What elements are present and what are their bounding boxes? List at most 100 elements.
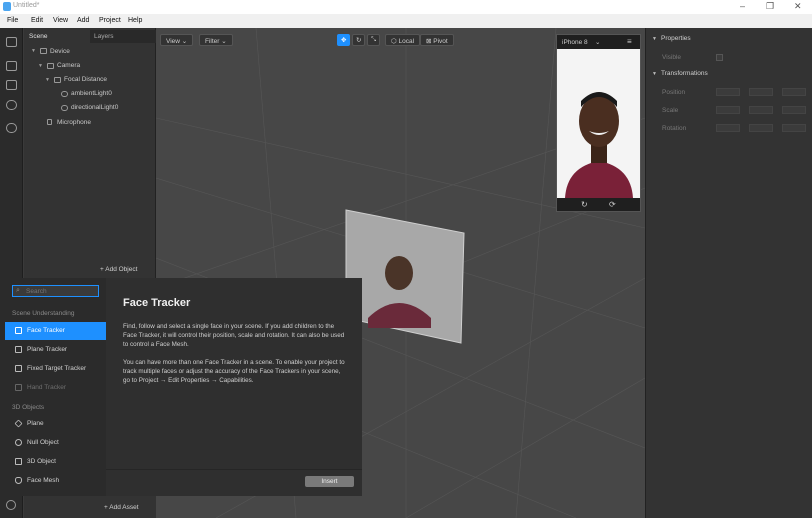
menu-add[interactable]: Add	[77, 17, 89, 24]
expand-focal-distance-icon[interactable]: ▼	[45, 77, 50, 83]
scale-y-field[interactable]	[749, 106, 773, 114]
phone-preview: iPhone 8 ⌄ ≡ ↻ ⟳	[556, 34, 641, 212]
list-item-label: Hand Tracker	[27, 384, 67, 391]
tab-scene[interactable]: Scene	[24, 30, 90, 43]
chevron-down-icon: ⌄	[181, 38, 188, 45]
rotation-z-field[interactable]	[782, 124, 806, 132]
rotation-x-field[interactable]	[716, 124, 740, 132]
menu-edit[interactable]: Edit	[31, 17, 43, 24]
menu-view[interactable]: View	[53, 17, 68, 24]
collapse-properties-icon[interactable]: ▼	[652, 36, 657, 42]
transformations-header: Transformations	[661, 70, 708, 77]
add-object-button[interactable]: + Add Object	[100, 266, 137, 273]
tree-item-camera[interactable]: Camera	[57, 62, 80, 69]
restore-button[interactable]: ❐	[766, 1, 774, 12]
add-asset-label: Add Asset	[109, 504, 139, 511]
scale-x-field[interactable]	[716, 106, 740, 114]
video-icon[interactable]	[6, 61, 17, 71]
add-asset-button[interactable]: + Add Asset	[104, 504, 139, 511]
title-bar: Untitled* – ❐ ✕	[0, 0, 812, 14]
help-icon[interactable]	[6, 500, 16, 510]
refresh-icon[interactable]	[6, 100, 17, 110]
search-field[interactable]: ⌕	[12, 285, 99, 297]
device-selector[interactable]: iPhone 8	[562, 39, 588, 46]
list-item-label: Plane Tracker	[27, 346, 68, 353]
menu-project[interactable]: Project	[99, 17, 121, 24]
tab-layers[interactable]: Layers	[90, 30, 156, 43]
category-3d-objects: 3D Objects	[12, 404, 45, 411]
minimize-button[interactable]: –	[740, 1, 745, 11]
pause-icon[interactable]	[6, 80, 17, 90]
tree-item-device[interactable]: Device	[50, 48, 70, 55]
ambient-light-icon	[61, 91, 68, 97]
close-button[interactable]: ✕	[794, 1, 802, 12]
camera-icon	[47, 63, 54, 69]
window-title: Untitled*	[13, 2, 40, 9]
null-object-icon	[15, 439, 22, 446]
scene-layout-icon[interactable]	[6, 37, 17, 47]
scale-icon: ⤡	[371, 36, 377, 43]
list-item-face-mesh[interactable]: Face Mesh	[5, 472, 106, 490]
rotation-label: Rotation	[662, 125, 687, 132]
scale-tool-button[interactable]: ⤡	[367, 34, 380, 46]
move-icon: ✥	[341, 37, 347, 44]
zoom-icon[interactable]	[6, 123, 17, 133]
visible-checkbox[interactable]	[716, 54, 723, 61]
list-item-label: Plane	[27, 420, 44, 427]
menu-icon[interactable]: ≡	[627, 37, 632, 46]
add-object-label: Add Object	[105, 266, 138, 273]
local-button[interactable]: ⬡ Local	[385, 34, 421, 46]
orientation-icon[interactable]: ⟳	[609, 200, 616, 209]
list-item-plane-tracker[interactable]: Plane Tracker	[5, 341, 106, 359]
detail-paragraph-2: You can have more than one Face Tracker …	[123, 359, 345, 384]
list-item-face-tracker[interactable]: Face Tracker	[5, 322, 106, 340]
rotate-tool-button[interactable]: ↻	[352, 34, 365, 46]
cube-icon	[15, 458, 22, 465]
properties-panel: ▼ Properties Visible ▼ Transformations P…	[645, 28, 812, 518]
expand-device-icon[interactable]: ▼	[31, 48, 36, 54]
chevron-down-icon[interactable]: ⌄	[595, 38, 600, 46]
list-item-plane[interactable]: Plane	[5, 415, 106, 433]
properties-header: Properties	[661, 35, 691, 42]
move-tool-button[interactable]: ✥	[337, 34, 350, 46]
app-logo-icon	[3, 2, 11, 11]
camera-feed	[557, 49, 640, 198]
tree-item-directional-light[interactable]: directionalLight0	[71, 104, 118, 111]
list-item-null-object[interactable]: Null Object	[5, 434, 106, 452]
phone-preview-header: iPhone 8 ⌄ ≡	[557, 35, 640, 49]
list-item-3d-object[interactable]: 3D Object	[5, 453, 106, 471]
menu-file[interactable]: File	[7, 17, 18, 24]
rotate-device-icon[interactable]: ↻	[581, 200, 588, 209]
position-y-field[interactable]	[749, 88, 773, 96]
face-mesh-icon	[15, 477, 22, 484]
expand-camera-icon[interactable]: ▼	[38, 63, 43, 69]
view-dropdown[interactable]: View ⌄	[160, 34, 194, 46]
collapse-transformations-icon[interactable]: ▼	[652, 71, 657, 77]
directional-light-icon	[61, 105, 68, 111]
tree-item-ambient-light[interactable]: ambientLight0	[71, 90, 112, 97]
list-item-fixed-target-tracker[interactable]: Fixed Target Tracker	[5, 360, 106, 378]
view-label: View	[166, 38, 180, 45]
microphone-icon	[47, 119, 52, 125]
rotate-icon: ↻	[356, 37, 362, 44]
position-label: Position	[662, 89, 686, 96]
menu-help[interactable]: Help	[128, 17, 142, 24]
local-label: Local	[398, 38, 415, 45]
position-z-field[interactable]	[782, 88, 806, 96]
divider	[106, 469, 362, 470]
tree-item-microphone[interactable]: Microphone	[57, 119, 91, 126]
scale-z-field[interactable]	[782, 106, 806, 114]
list-item-label: Fixed Target Tracker	[27, 365, 87, 372]
fixed-target-tracker-icon	[15, 365, 22, 372]
search-input[interactable]	[26, 287, 96, 296]
insert-button[interactable]: Insert	[305, 476, 354, 487]
pivot-icon: ⊠	[426, 38, 432, 45]
pivot-label: Pivot	[433, 38, 448, 45]
position-x-field[interactable]	[716, 88, 740, 96]
rotation-y-field[interactable]	[749, 124, 773, 132]
chevron-down-icon: ⌄	[221, 38, 227, 45]
tree-item-focal-distance[interactable]: Focal Distance	[64, 76, 107, 83]
filter-dropdown[interactable]: Filter ⌄	[199, 34, 233, 46]
pivot-button[interactable]: ⊠ Pivot	[420, 34, 454, 46]
list-item-label: 3D Object	[27, 458, 56, 465]
